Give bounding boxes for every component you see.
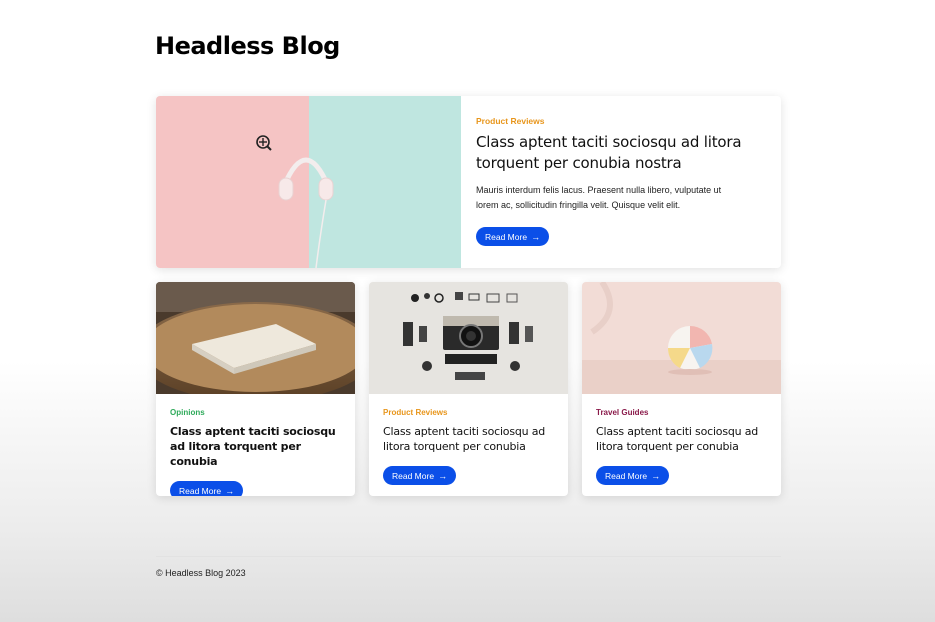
post-image-camera[interactable] [369,282,568,394]
read-more-label: Read More [179,485,222,496]
post-category[interactable]: Travel Guides [596,408,767,417]
read-more-button[interactable]: Read More → [383,466,457,485]
post-category[interactable]: Opinions [170,408,341,417]
featured-post-card: Product Reviews Class aptent taciti soci… [156,96,781,268]
post-image-beach-ball[interactable] [582,282,781,394]
read-more-button[interactable]: Read More → [596,466,670,485]
post-image-book[interactable] [156,282,355,394]
arrow-right-icon: → [651,470,661,481]
featured-post-image[interactable] [156,96,461,268]
post-card: Opinions Class aptent taciti sociosqu ad… [156,282,355,496]
post-card: Travel Guides Class aptent taciti socios… [582,282,781,496]
read-more-label: Read More [605,470,648,481]
site-title[interactable]: Headless Blog [155,32,340,60]
read-more-label: Read More [485,231,528,242]
read-more-button[interactable]: Read More → [170,481,244,496]
footer-divider [156,556,781,557]
post-title[interactable]: Class aptent taciti sociosqu ad litora t… [383,424,554,454]
footer-copyright: © Headless Blog 2023 [156,568,246,578]
read-more-label: Read More [392,470,435,481]
featured-read-more-button[interactable]: Read More → [476,227,550,246]
featured-excerpt: Mauris interdum felis lacus. Praesent nu… [476,185,722,210]
featured-title[interactable]: Class aptent taciti sociosqu ad litora t… [476,132,766,174]
post-category[interactable]: Product Reviews [383,408,554,417]
arrow-right-icon: → [531,231,541,242]
arrow-right-icon: → [438,470,448,481]
post-title[interactable]: Class aptent taciti sociosqu ad litora t… [596,424,767,454]
post-title[interactable]: Class aptent taciti sociosqu ad litora t… [170,424,341,469]
post-card: Product Reviews Class aptent taciti soci… [369,282,568,496]
arrow-right-icon: → [225,485,235,496]
featured-category[interactable]: Product Reviews [476,116,766,126]
